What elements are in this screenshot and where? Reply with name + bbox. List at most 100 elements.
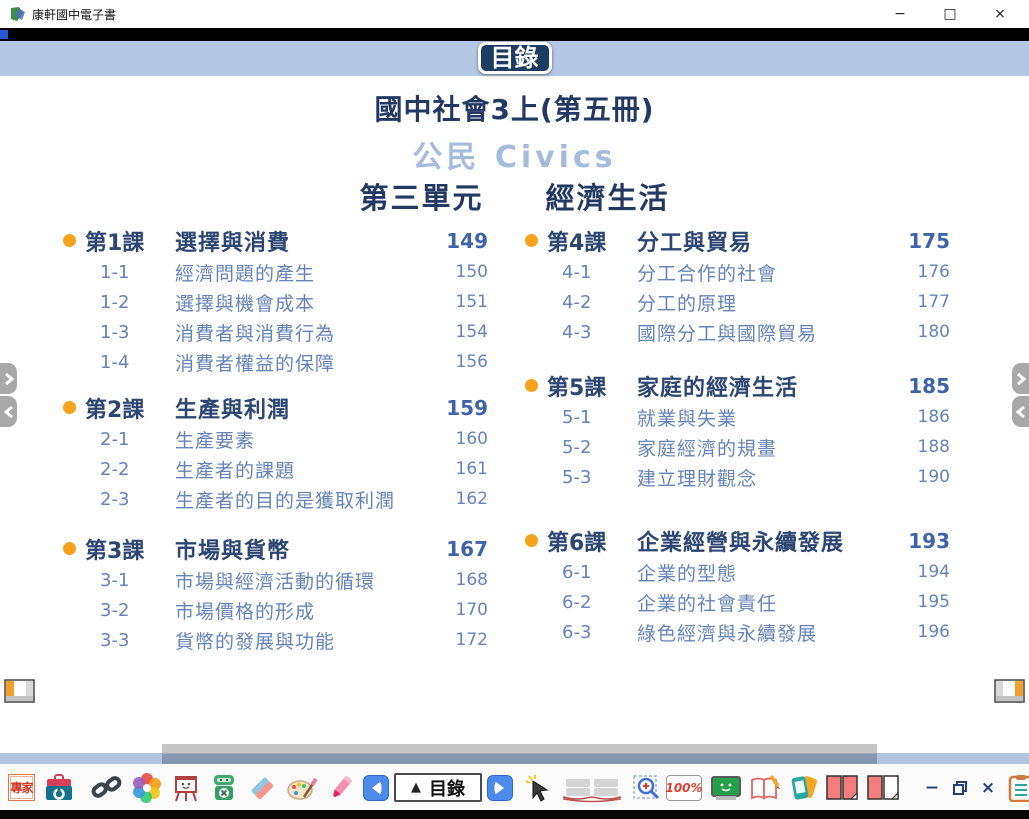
close-button[interactable]: ×: [991, 6, 1009, 22]
toc-lesson-row[interactable]: 第5課 家庭的經濟生活 185: [518, 369, 950, 402]
sub-page: 177: [918, 292, 950, 312]
horizontal-scrollbar-thumb[interactable]: [162, 744, 877, 764]
highlighter-button[interactable]: [327, 773, 355, 803]
toolbox-icon: [43, 773, 75, 803]
double-page-view-button[interactable]: [825, 774, 859, 802]
lesson-number: 第5課: [547, 370, 609, 402]
toolbar-minimize-button[interactable]: −: [924, 778, 940, 798]
link-icon: [91, 773, 123, 803]
page-forward-button[interactable]: [0, 363, 17, 394]
toc-sub-row[interactable]: 6-1 企業的型態 194: [518, 557, 950, 587]
toc-sub-row[interactable]: 4-1 分工合作的社會 176: [518, 257, 950, 287]
color-wheel-icon: [132, 773, 162, 803]
expert-mode-button[interactable]: 專家: [8, 774, 35, 801]
chevron-left-icon: [4, 405, 14, 419]
arrow-right-icon: [493, 781, 507, 795]
lesson-title: 生產與利潤: [175, 392, 290, 424]
toc-lesson-row[interactable]: 第4課 分工與貿易 175: [518, 224, 950, 257]
restore-window-icon: [952, 780, 968, 796]
toc-sub-row[interactable]: 6-2 企業的社會責任 195: [518, 587, 950, 617]
toc-sub-row[interactable]: 3-1 市場與經濟活動的循環 168: [56, 565, 488, 595]
top-divider: [0, 28, 1029, 41]
sub-title: 選擇與機會成本: [175, 289, 315, 316]
toc-sub-row[interactable]: 2-3 生產者的目的是獲取利潤 162: [56, 484, 488, 514]
sub-page: 170: [456, 600, 488, 620]
toc-sub-row[interactable]: 4-2 分工的原理 177: [518, 287, 950, 317]
toc-sub-row[interactable]: 3-3 貨幣的發展與功能 172: [56, 625, 488, 655]
prev-page-button[interactable]: [363, 775, 389, 801]
corner-flip-right-button[interactable]: [994, 679, 1025, 703]
sub-number: 1-3: [100, 322, 146, 343]
toc-sub-row[interactable]: 2-1 生產要素 160: [56, 424, 488, 454]
page-forward-button[interactable]: [1012, 363, 1029, 394]
toc-sub-row[interactable]: 3-2 市場價格的形成 170: [56, 595, 488, 625]
toc-lesson-row[interactable]: 第1課 選擇與消費 149: [56, 224, 488, 257]
toc-sub-row[interactable]: 4-3 國際分工與國際貿易 180: [518, 317, 950, 347]
lesson-page: 159: [446, 396, 488, 420]
sub-title: 家庭經濟的規畫: [637, 434, 777, 461]
sub-title: 分工合作的社會: [637, 259, 777, 286]
next-page-button[interactable]: [487, 775, 513, 801]
mobile-resources-button[interactable]: [788, 773, 818, 803]
pointer-tool-button[interactable]: [523, 773, 553, 803]
sub-title: 建立理財觀念: [637, 464, 757, 491]
zoom-level-indicator[interactable]: 100%: [666, 775, 702, 801]
toc-column-left: 第1課 選擇與消費 149 1-1 經濟問題的產生 150 1-2 選擇與機會成…: [56, 224, 488, 655]
toolbox-button[interactable]: [43, 773, 75, 803]
lesson-number: 第2課: [85, 392, 147, 424]
toc-sub-row[interactable]: 2-2 生產者的課題 161: [56, 454, 488, 484]
toc-column-right: 第4課 分工與貿易 175 4-1 分工合作的社會 176 4-2 分工的原理 …: [518, 224, 950, 647]
toc-sub-row[interactable]: 5-2 家庭經濟的規畫 188: [518, 432, 950, 462]
sub-page: 160: [456, 429, 488, 449]
toc-lesson-row[interactable]: 第6課 企業經營與永續發展 193: [518, 524, 950, 557]
sub-page: 150: [456, 262, 488, 282]
page-back-button[interactable]: [0, 396, 17, 427]
lesson-plan-button[interactable]: [1008, 774, 1029, 802]
toc-sub-row[interactable]: 6-3 綠色經濟與永續發展 196: [518, 617, 950, 647]
sub-page: 162: [456, 489, 488, 509]
page-corner-icon: [4, 679, 35, 703]
recycle-robot-button[interactable]: [210, 773, 238, 803]
eraser-icon: [247, 773, 277, 803]
toc-sub-row[interactable]: 5-3 建立理財觀念 190: [518, 462, 950, 492]
lesson-group-1: 第1課 選擇與消費 149 1-1 經濟問題的產生 150 1-2 選擇與機會成…: [56, 224, 488, 377]
sub-page: 154: [456, 322, 488, 342]
toc-sub-row[interactable]: 1-2 選擇與機會成本 151: [56, 287, 488, 317]
toc-sub-row[interactable]: 5-1 就業與失業 186: [518, 402, 950, 432]
easel-icon: [171, 773, 201, 803]
subject-title: 公民 Civics: [0, 132, 1029, 176]
lesson-page: 185: [908, 374, 950, 398]
corner-flip-left-button[interactable]: [4, 679, 35, 703]
sub-page: 196: [918, 622, 950, 642]
page-spread-button[interactable]: [561, 773, 623, 803]
toolbar-restore-button[interactable]: [952, 780, 968, 796]
zoom-select-button[interactable]: [633, 773, 663, 803]
page-selector-dropdown[interactable]: ▲ 目錄: [394, 773, 482, 802]
chalkboard-icon: [710, 774, 742, 802]
toc-lesson-row[interactable]: 第3課 市場與貨幣 167: [56, 532, 488, 565]
maximize-button[interactable]: □: [941, 6, 959, 22]
toc-sub-row[interactable]: 1-1 經濟問題的產生 150: [56, 257, 488, 287]
whiteboard-button[interactable]: [171, 773, 201, 803]
toc-sub-row[interactable]: 1-4 消費者權益的保障 156: [56, 347, 488, 377]
minimize-button[interactable]: −: [891, 6, 909, 22]
color-wheel-button[interactable]: [132, 773, 162, 803]
lesson-title: 企業經營與永續發展: [637, 525, 844, 557]
link-button[interactable]: [91, 773, 123, 803]
unit-label: 第三單元: [359, 175, 483, 217]
robot-icon: [210, 773, 238, 803]
titlebar: 康軒國中電子書 − □ ×: [0, 0, 1029, 28]
single-page-view-button[interactable]: [866, 774, 900, 802]
toolbar-close-button[interactable]: ×: [980, 778, 996, 798]
annotation-book-button[interactable]: [749, 774, 781, 802]
toc-lesson-row[interactable]: 第2課 生產與利潤 159: [56, 391, 488, 424]
book-title: 國中社會3上(第五冊): [0, 88, 1029, 128]
eraser-button[interactable]: [247, 773, 277, 803]
toc-sub-row[interactable]: 1-3 消費者與消費行為 154: [56, 317, 488, 347]
lesson-number: 第3課: [85, 533, 147, 565]
blackboard-button[interactable]: [710, 774, 742, 802]
page-back-button[interactable]: [1012, 396, 1029, 427]
palette-button[interactable]: [286, 773, 318, 803]
lesson-page: 149: [446, 229, 488, 253]
sub-title: 綠色經濟與永續發展: [637, 619, 817, 646]
